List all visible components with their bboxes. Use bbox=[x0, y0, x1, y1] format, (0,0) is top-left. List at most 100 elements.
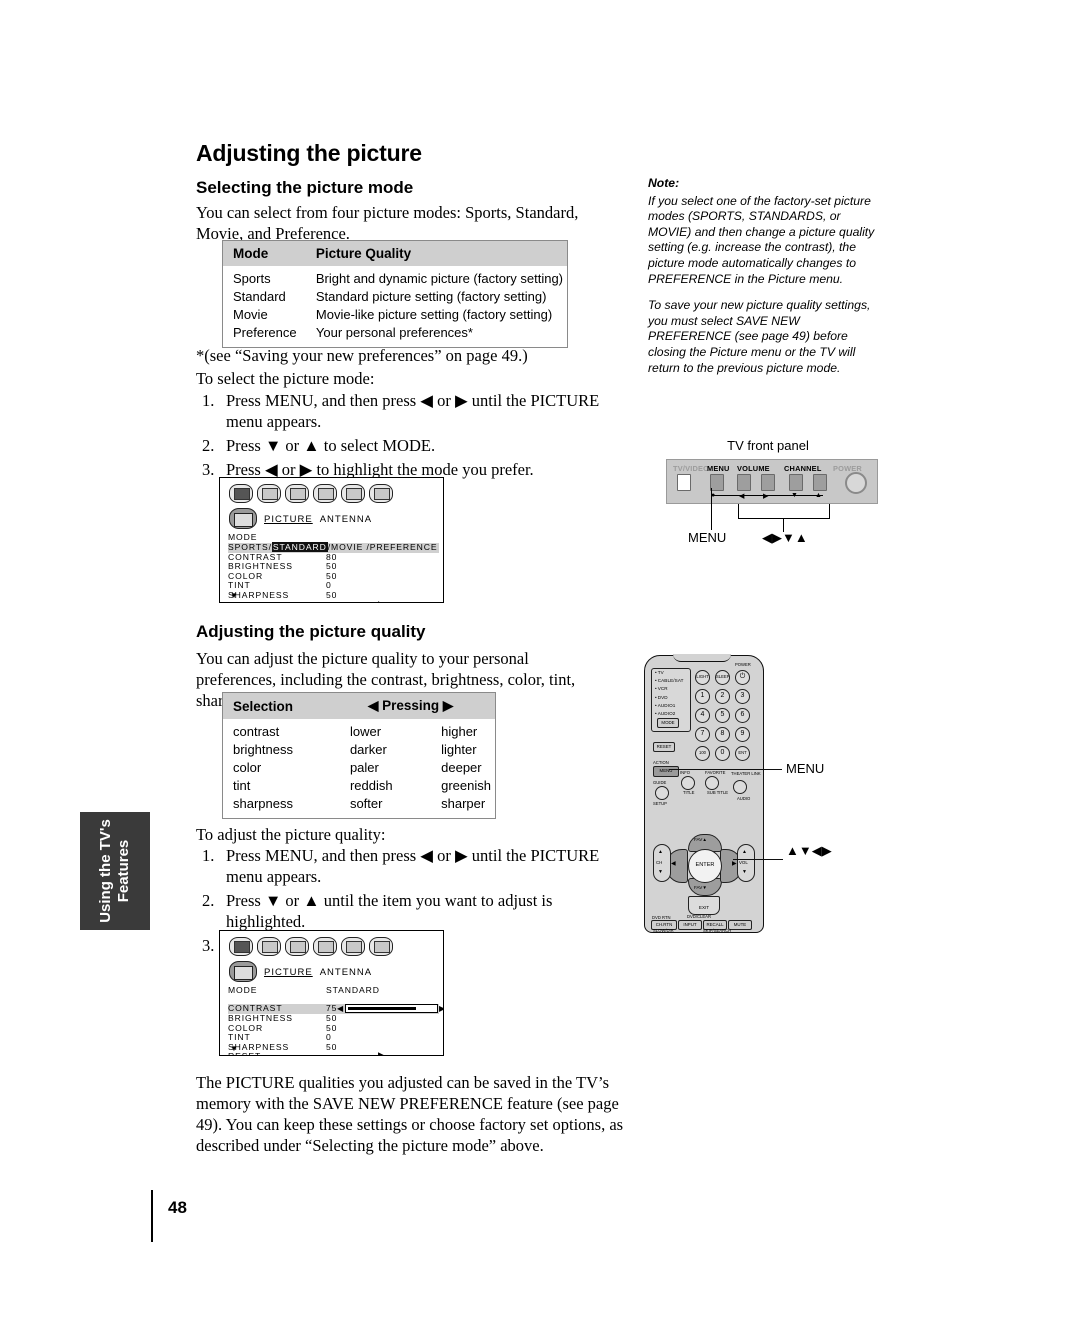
osd-icon-row bbox=[229, 484, 393, 503]
cell-selection: color bbox=[233, 760, 262, 775]
osd-mode-post: /MOVIE /PREFERENCE bbox=[327, 541, 438, 552]
power-button[interactable]: ⏻ bbox=[735, 670, 750, 685]
intro-paragraph: You can select from four picture modes: … bbox=[196, 203, 579, 243]
action-label: ACTION bbox=[653, 760, 669, 765]
favorite-button[interactable] bbox=[705, 776, 719, 790]
osd-mode-value: STANDARD bbox=[326, 985, 380, 995]
picture-menu-icon bbox=[229, 937, 253, 956]
video-menu-icon bbox=[285, 484, 309, 503]
channel-down-button[interactable] bbox=[789, 474, 803, 491]
key-0[interactable]: 0 bbox=[715, 746, 730, 761]
menu-button[interactable]: MENU bbox=[653, 766, 679, 777]
cell-selection: contrast bbox=[233, 724, 280, 739]
dvd-clear-label: DVD/CLEAR bbox=[687, 914, 711, 919]
cell-right-press: higher bbox=[441, 724, 478, 739]
step-number: 3. bbox=[202, 460, 215, 479]
section-heading-picture-mode: Selecting the picture mode bbox=[196, 178, 414, 197]
key-enter[interactable]: ENT bbox=[735, 746, 750, 761]
power-button[interactable] bbox=[845, 472, 867, 494]
osd-picture-menu-mode: PICTURE ANTENNA MODE SPORTS/STANDARD/MOVI… bbox=[219, 477, 444, 603]
light-button[interactable]: LIGHT bbox=[695, 670, 710, 685]
front-panel-callout-arrows: ◀▶▼▲ bbox=[762, 530, 808, 545]
key-100[interactable]: 100 bbox=[695, 746, 710, 761]
key-5[interactable]: 5 bbox=[715, 708, 730, 723]
input-button[interactable]: INPUT bbox=[678, 920, 702, 930]
slider-left-arrow-icon[interactable]: ◀ bbox=[337, 1004, 344, 1012]
cell-mode: Standard bbox=[233, 289, 286, 304]
osd-scroll-down-icon: ▼ bbox=[230, 1044, 238, 1053]
osd-selected-picture-icon bbox=[229, 508, 257, 529]
key-1[interactable]: 1 bbox=[695, 689, 710, 704]
channel-up-button[interactable] bbox=[813, 474, 827, 491]
mute-button[interactable]: MUTE bbox=[728, 920, 752, 930]
step-text: Press MENU, and then press ◀ or ▶ until … bbox=[226, 846, 600, 886]
key-8[interactable]: 8 bbox=[715, 727, 730, 742]
step-number: 2. bbox=[202, 891, 215, 910]
remote-control-diagram: TV CABLE/SAT VCR DVD AUDIO1 AUDIO2 MODE … bbox=[636, 645, 886, 935]
slow-dir-label: SLOW/DIR bbox=[653, 928, 674, 933]
cell-left-press: reddish bbox=[349, 778, 393, 793]
axis-mark-right: ▶ bbox=[763, 493, 769, 500]
tv-video-button[interactable] bbox=[677, 474, 691, 491]
osd-reset-arrow-icon: ▶ bbox=[378, 1050, 386, 1056]
info-button[interactable] bbox=[681, 776, 695, 790]
footnote-saving-preferences: *(see “Saving your new preferences” on p… bbox=[196, 346, 528, 365]
mode-item-tv[interactable]: TV bbox=[652, 669, 690, 677]
remote-callout-menu: MENU bbox=[786, 761, 825, 776]
volume-down-icon: ▼ bbox=[742, 869, 747, 875]
exit-button[interactable]: EXIT bbox=[688, 896, 720, 915]
key-2[interactable]: 2 bbox=[715, 689, 730, 704]
osd-row-reset: RESET ▶ bbox=[228, 1050, 439, 1056]
skip-search-label: SKIP/SEARCH bbox=[703, 928, 732, 933]
key-9[interactable]: 9 bbox=[735, 727, 750, 742]
guide-button[interactable] bbox=[655, 786, 669, 800]
dpad-right-icon: ▶ bbox=[732, 861, 737, 867]
closing-paragraph: The PICTURE qualities you adjusted can b… bbox=[196, 1073, 624, 1155]
audio-menu-icon bbox=[257, 937, 281, 956]
page-title: Adjusting the picture bbox=[196, 140, 422, 166]
osd-tab-picture: PICTURE bbox=[264, 967, 313, 978]
audio-menu-icon bbox=[257, 484, 281, 503]
cell-left-press: paler bbox=[349, 760, 379, 775]
section-heading-picture-quality: Adjusting the picture quality bbox=[196, 622, 426, 641]
dpad-left-icon: ◀ bbox=[671, 861, 676, 867]
volume-up-button[interactable] bbox=[761, 474, 775, 491]
label-tv-video: TV/VIDEO bbox=[673, 464, 710, 473]
reset-button[interactable]: RESET bbox=[653, 742, 675, 752]
osd-picture-menu-contrast: PICTURE ANTENNA MODE STANDARD CONTRAST 75… bbox=[219, 930, 444, 1056]
mode-item-dvd[interactable]: DVD bbox=[652, 694, 690, 702]
picture-menu-icon bbox=[229, 484, 253, 503]
theater-link-button[interactable] bbox=[733, 780, 747, 794]
theater-link-label: THEATER LINK bbox=[731, 771, 761, 776]
osd-row-color: COLOR 50 bbox=[228, 571, 439, 582]
mode-item-vcr[interactable]: VCR bbox=[652, 685, 690, 693]
enter-button[interactable]: ENTER bbox=[688, 849, 722, 883]
callout-bracket-left bbox=[738, 504, 740, 519]
key-7[interactable]: 7 bbox=[695, 727, 710, 742]
key-6[interactable]: 6 bbox=[735, 708, 750, 723]
osd-tab-row: PICTURE ANTENNA bbox=[264, 514, 372, 525]
slider-right-arrow-icon[interactable]: ▶ bbox=[439, 1004, 443, 1012]
sleep-button[interactable]: SLEEP bbox=[715, 670, 730, 685]
key-4[interactable]: 4 bbox=[695, 708, 710, 723]
mode-item-audio1[interactable]: AUDIO1 bbox=[652, 702, 690, 710]
step-item: 2. Press ▼ or ▲ until the item you want … bbox=[196, 890, 626, 932]
fav-up-label: FAV▲ bbox=[694, 837, 707, 842]
label-menu: MENU bbox=[707, 464, 730, 473]
picture-mode-table: Mode Picture Quality Sports Bright and d… bbox=[222, 240, 568, 348]
key-3[interactable]: 3 bbox=[735, 689, 750, 704]
mode-item-audio2[interactable]: AUDIO2 bbox=[652, 710, 690, 718]
column-header-pressing: ◀ Pressing ▶ bbox=[339, 693, 495, 719]
mode-item-cable-sat[interactable]: CABLE/SAT bbox=[652, 677, 690, 685]
section-tab: Using the TV's Features bbox=[80, 812, 150, 930]
table-row: tint reddish greenish bbox=[223, 777, 495, 795]
label-volume: VOLUME bbox=[737, 464, 770, 473]
cell-right-press: lighter bbox=[441, 742, 477, 757]
osd-scroll-down-icon: ▼ bbox=[230, 591, 238, 600]
dpad: ENTER FAV▲ FAV▼ ◀ ▶ bbox=[666, 834, 742, 896]
mode-button[interactable]: MODE bbox=[657, 718, 679, 728]
contrast-slider[interactable]: ◀ ▶ bbox=[337, 1004, 443, 1013]
volume-down-button[interactable] bbox=[737, 474, 751, 491]
step-text: Press ▼ or ▲ until the item you want to … bbox=[226, 891, 553, 931]
osd-settings-list: MODE SPORTS/STANDARD/MOVIE /PREFERENCE C… bbox=[228, 532, 439, 602]
